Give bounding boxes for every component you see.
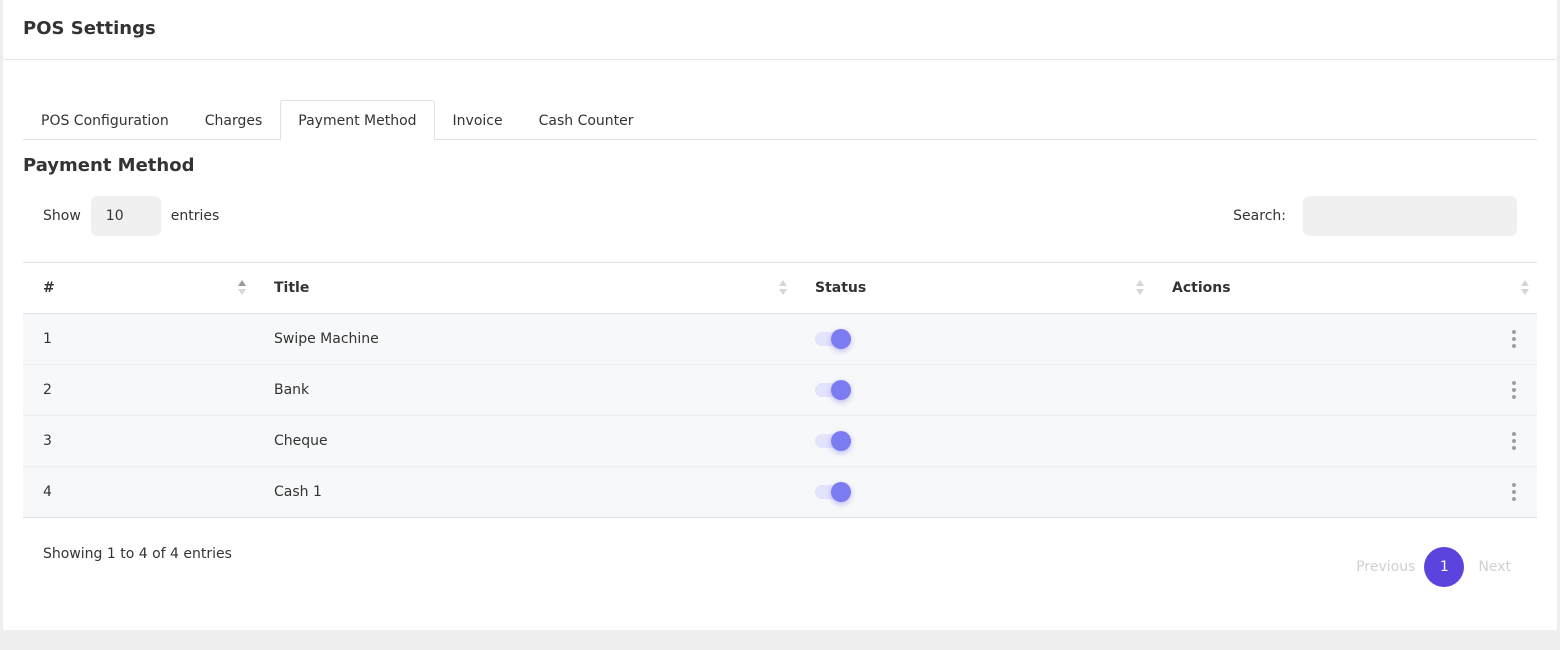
row-title: Bank (274, 382, 310, 398)
row-number: 3 (43, 433, 52, 449)
table-info: Showing 1 to 4 of 4 entries (43, 546, 232, 562)
row-number: 2 (43, 382, 52, 398)
kebab-vertical-icon[interactable] (1511, 483, 1517, 501)
column-header-label: Title (274, 280, 310, 296)
tab-charges[interactable]: Charges (187, 100, 281, 140)
show-label: Show (43, 208, 81, 224)
column-header-label: # (43, 280, 55, 296)
row-title: Swipe Machine (274, 331, 379, 347)
section-title: Payment Method (23, 155, 195, 176)
tab-cash-counter[interactable]: Cash Counter (521, 100, 652, 140)
table-row: 3 Cheque (23, 415, 1537, 467)
payment-methods-table: # Title Status Actions 1 Swipe Machine 2… (23, 262, 1537, 518)
column-header-number[interactable]: # (23, 263, 254, 314)
table-row: 4 Cash 1 (23, 466, 1537, 518)
card-header: POS Settings (3, 0, 1557, 60)
settings-card: POS Settings POS Configuration Charges P… (3, 0, 1557, 630)
settings-tabs: POS Configuration Charges Payment Method… (23, 100, 1537, 141)
search-input[interactable] (1303, 196, 1517, 236)
sort-arrows-icon (779, 280, 787, 298)
column-header-title[interactable]: Title (254, 263, 795, 314)
page-number-button[interactable]: 1 (1424, 547, 1465, 587)
sort-arrows-icon (1521, 280, 1529, 298)
table-row: 2 Bank (23, 364, 1537, 416)
status-toggle[interactable] (815, 380, 851, 400)
row-number: 1 (43, 331, 52, 347)
row-title: Cash 1 (274, 484, 322, 500)
status-toggle[interactable] (815, 431, 851, 451)
pagination: Previous 1 Next (1356, 547, 1511, 587)
row-title: Cheque (274, 433, 328, 449)
tab-pos-configuration[interactable]: POS Configuration (23, 100, 187, 140)
row-number: 4 (43, 484, 52, 500)
tab-invoice[interactable]: Invoice (435, 100, 521, 140)
column-header-actions[interactable]: Actions (1152, 263, 1537, 314)
table-header-row: # Title Status Actions (23, 262, 1537, 314)
next-page-button[interactable]: Next (1478, 559, 1511, 575)
entries-label: entries (170, 208, 220, 224)
status-toggle[interactable] (815, 329, 851, 349)
kebab-vertical-icon[interactable] (1511, 330, 1517, 348)
column-header-label: Actions (1172, 280, 1231, 296)
search-control: Search: (1233, 196, 1517, 236)
entries-per-page-select[interactable]: 10 (90, 196, 161, 236)
table-row: 1 Swipe Machine (23, 313, 1537, 365)
search-label: Search: (1233, 208, 1286, 224)
sort-arrows-icon (238, 280, 246, 298)
column-header-status[interactable]: Status (795, 263, 1152, 314)
column-header-label: Status (815, 280, 867, 296)
sort-arrows-icon (1136, 280, 1144, 298)
tab-payment-method[interactable]: Payment Method (280, 100, 435, 141)
page-title: POS Settings (23, 18, 156, 39)
kebab-vertical-icon[interactable] (1511, 432, 1517, 450)
kebab-vertical-icon[interactable] (1511, 381, 1517, 399)
entries-length-control: Show 10 entries (43, 196, 219, 236)
previous-page-button[interactable]: Previous (1356, 559, 1415, 575)
status-toggle[interactable] (815, 482, 851, 502)
